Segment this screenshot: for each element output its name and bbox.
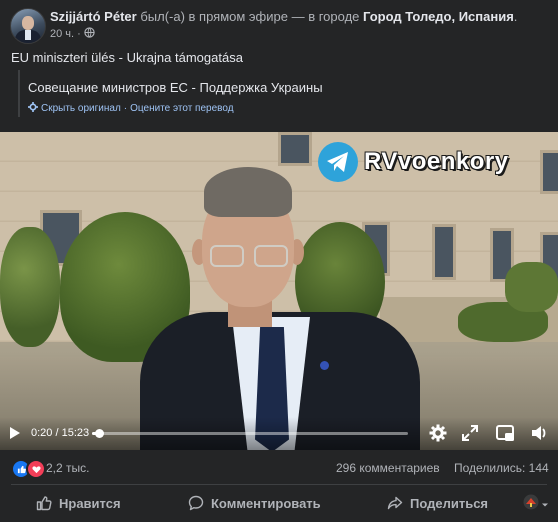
translation-text: Совещание министров ЕС - Поддержка Украи… xyxy=(28,80,323,95)
post-actions: Нравится Комментировать Поделиться xyxy=(0,488,558,518)
channel-watermark: RVvoenkory xyxy=(318,142,509,182)
video-time: 0:20 / 15:23 xyxy=(31,427,89,439)
shares-count[interactable]: Поделились: 144 xyxy=(454,461,549,475)
current-time: 0:20 xyxy=(31,427,53,439)
video-controls: 0:20 / 15:23 xyxy=(0,417,558,450)
share-button[interactable]: Поделиться xyxy=(387,488,488,518)
settings-gear-icon[interactable] xyxy=(428,423,448,443)
chevron-down-icon xyxy=(541,496,549,514)
post-header: Szijjártó Péter был(-а) в прямом эфире —… xyxy=(0,0,558,44)
video-window xyxy=(432,224,456,280)
video-speaker xyxy=(140,167,420,450)
love-reaction-icon xyxy=(26,459,46,479)
thumbs-up-icon xyxy=(36,495,52,511)
rate-translation-link[interactable]: Оцените этот перевод xyxy=(130,103,233,114)
post-action-text: был(-а) в прямом эфире — в городе xyxy=(136,9,363,24)
play-icon[interactable] xyxy=(5,423,25,443)
video-bush xyxy=(0,227,60,347)
translation-block: Совещание министров ЕС - Поддержка Украи… xyxy=(18,70,550,117)
location-link[interactable]: Город Толедо, Испания xyxy=(363,9,514,24)
telegram-icon xyxy=(318,142,358,182)
hide-original-link[interactable]: Скрыть оригинал xyxy=(41,103,121,114)
author-name[interactable]: Szijjártó Péter xyxy=(50,9,137,24)
title-suffix: . xyxy=(513,9,518,24)
video-window xyxy=(540,150,558,194)
video-player[interactable]: RVvoenkory 0:20 / 15:23 xyxy=(0,132,558,450)
post-stats: 2,2 тыс. 296 комментариев Поделились: 14… xyxy=(0,455,558,479)
comment-button[interactable]: Комментировать xyxy=(188,488,321,518)
fullscreen-icon[interactable] xyxy=(460,423,480,443)
reactions-count[interactable]: 2,2 тыс. xyxy=(46,461,89,475)
post-title-line: Szijjártó Péter был(-а) в прямом эфире —… xyxy=(50,9,517,24)
miniplayer-icon[interactable] xyxy=(495,423,515,443)
reaction-icons[interactable] xyxy=(11,459,46,479)
like-label: Нравится xyxy=(59,495,121,511)
author-avatar[interactable] xyxy=(10,8,46,44)
volume-icon[interactable] xyxy=(530,423,550,443)
meta-separator: · xyxy=(77,28,81,40)
share-label: Поделиться xyxy=(410,495,489,511)
seek-handle[interactable] xyxy=(94,429,104,438)
link-separator: · xyxy=(123,103,128,114)
react-as-selector[interactable] xyxy=(523,494,549,515)
page-avatar-icon xyxy=(523,494,539,515)
like-button[interactable]: Нравится xyxy=(36,488,121,518)
watermark-text: RVvoenkory xyxy=(364,148,509,175)
post-text: EU miniszteri ülés - Ukrajna támogatása xyxy=(11,50,243,65)
comment-label: Комментировать xyxy=(211,495,321,511)
seek-bar[interactable] xyxy=(92,429,408,438)
post-time[interactable]: 20 ч. xyxy=(50,28,74,40)
comments-count[interactable]: 296 комментариев xyxy=(336,461,440,475)
translation-links: Скрыть оригинал · Оцените этот перевод xyxy=(28,102,234,115)
video-bush xyxy=(505,262,558,312)
globe-icon xyxy=(84,27,95,41)
video-window xyxy=(278,132,312,166)
post-meta: 20 ч. · xyxy=(50,27,95,41)
duration: 15:23 xyxy=(61,427,90,439)
share-arrow-icon xyxy=(387,495,403,511)
time-separator: / xyxy=(52,427,62,439)
comment-bubble-icon xyxy=(188,495,204,511)
actions-divider xyxy=(11,484,547,485)
translate-gear-icon xyxy=(28,102,38,115)
